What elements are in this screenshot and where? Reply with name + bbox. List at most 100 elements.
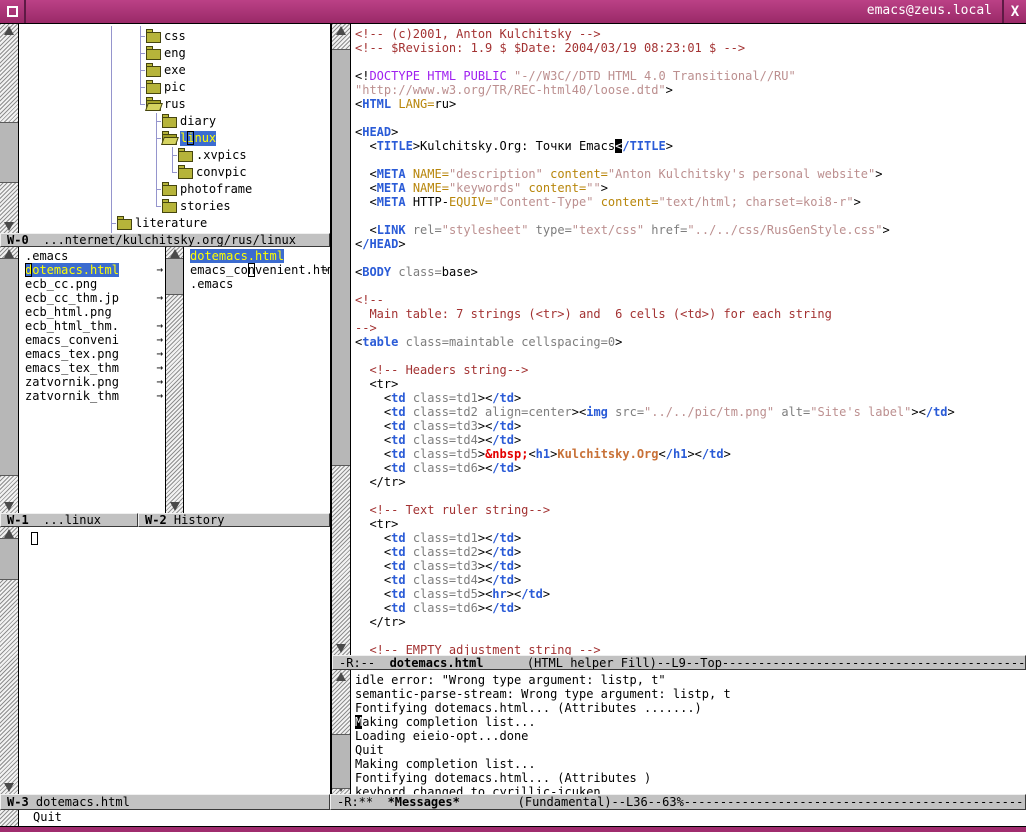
scrollbar-thumb[interactable] <box>166 258 183 295</box>
file-item-emacs_tex_thm[interactable]: emacs_tex_thm→ <box>19 361 165 375</box>
code-line[interactable]: <tr> <box>355 517 1026 531</box>
file-item-ecb_html_thm.[interactable]: ecb_html_thm.→ <box>19 319 165 333</box>
directory-tree[interactable]: cssengexepicrusdiarylinux.xvpicsconvpicp… <box>19 24 330 233</box>
code-buffer[interactable]: <!-- (c)2001, Anton Kulchitsky --><!-- $… <box>351 24 1026 655</box>
code-line[interactable] <box>355 55 1026 69</box>
code-line[interactable]: <!-- EMPTY adjustment string --> <box>355 643 1026 655</box>
code-line[interactable] <box>355 629 1026 643</box>
message-line[interactable]: Making completion list... <box>355 715 1026 729</box>
code-line[interactable]: Main table: 7 strings (<tr>) and 6 cells… <box>355 307 1026 321</box>
tree-item-css[interactable]: css <box>19 28 330 45</box>
message-line[interactable]: Fontifying dotemacs.html... (Attributes … <box>355 701 1026 715</box>
code-line[interactable]: <td class=td4></td> <box>355 433 1026 447</box>
file-item-zatvornik.png[interactable]: zatvornik.png→ <box>19 375 165 389</box>
message-line[interactable]: idle error: "Wrong type argument: listp,… <box>355 673 1026 687</box>
code-line[interactable]: <td class=td6></td> <box>355 461 1026 475</box>
tree-item-stories[interactable]: stories <box>19 198 330 215</box>
message-line[interactable]: Quit <box>355 743 1026 757</box>
code-line[interactable] <box>355 489 1026 503</box>
tree-item-diary[interactable]: diary <box>19 113 330 130</box>
code-line[interactable] <box>355 349 1026 363</box>
code-line[interactable]: <td class=td5>&nbsp;<h1>Kulchitsky.Org</… <box>355 447 1026 461</box>
code-line[interactable] <box>355 153 1026 167</box>
scrollbar-history[interactable] <box>165 247 184 513</box>
code-line[interactable]: <!DOCTYPE HTML PUBLIC "-//W3C//DTD HTML … <box>355 69 1026 83</box>
methods-buffer[interactable] <box>19 527 330 794</box>
scrollbar-code[interactable] <box>332 24 351 655</box>
tree-item-literature[interactable]: literature <box>19 215 330 232</box>
scrollbar-directories[interactable] <box>0 24 19 233</box>
tree-item-photoframe[interactable]: photoframe <box>19 181 330 198</box>
code-line[interactable]: <!-- (c)2001, Anton Kulchitsky --> <box>355 27 1026 41</box>
code-line[interactable]: <td class=td4></td> <box>355 573 1026 587</box>
scrollbar-sources[interactable] <box>0 247 19 513</box>
code-line[interactable]: <BODY class=base> <box>355 265 1026 279</box>
scrollbar-arrow-up-icon[interactable] <box>4 529 14 538</box>
tree-item-.xvpics[interactable]: .xvpics <box>19 147 330 164</box>
code-line[interactable]: <META NAME="description" content="Anton … <box>355 167 1026 181</box>
tree-item-eng[interactable]: eng <box>19 45 330 62</box>
file-item-emacs_convenient.html[interactable]: emacs_convenient.html→ <box>184 263 330 277</box>
scrollbar-thumb[interactable] <box>0 538 18 581</box>
scrollbar-thumb[interactable] <box>332 734 350 789</box>
scrollbar-arrow-dn-icon[interactable] <box>4 783 14 792</box>
tree-item-clipped[interactable] <box>19 232 330 233</box>
code-line[interactable]: <td class=td1></td> <box>355 531 1026 545</box>
code-line[interactable]: "http://www.w3.org/TR/REC-html40/loose.d… <box>355 83 1026 97</box>
code-line[interactable]: <LINK rel="stylesheet" type="text/css" h… <box>355 223 1026 237</box>
file-item-ecb_html.png[interactable]: ecb_html.png <box>19 305 165 319</box>
file-item-dotemacs.html[interactable]: dotemacs.html→ <box>19 263 165 277</box>
code-line[interactable]: <td class=td2 align=center><img src="../… <box>355 405 1026 419</box>
file-item-emacs_conveni[interactable]: emacs_conveni→ <box>19 333 165 347</box>
history-list[interactable]: dotemacs.htmlemacs_convenient.html→.emac… <box>184 247 330 513</box>
code-line[interactable]: <META HTTP-EQUIV="Content-Type" content=… <box>355 195 1026 209</box>
tree-item-convpic[interactable]: convpic <box>19 164 330 181</box>
minibuffer[interactable]: Quit <box>0 810 1026 826</box>
code-line[interactable]: <tr> <box>355 377 1026 391</box>
window-menu-button[interactable] <box>0 0 26 23</box>
scrollbar-messages[interactable] <box>332 670 351 794</box>
code-line[interactable]: <td class=td3></td> <box>355 419 1026 433</box>
scrollbar-thumb[interactable] <box>0 122 18 183</box>
code-line[interactable]: <!-- $Revision: 1.9 $ $Date: 2004/03/19 … <box>355 41 1026 55</box>
scrollbar-methods[interactable] <box>0 527 19 794</box>
window-close-button[interactable]: X <box>1002 0 1026 23</box>
code-line[interactable]: <HTML LANG=ru> <box>355 97 1026 111</box>
tree-item-rus[interactable]: rus <box>19 96 330 113</box>
code-line[interactable]: <td class=td1></td> <box>355 391 1026 405</box>
message-line[interactable]: keybord changed to cyrillic-jcuken <box>355 785 1026 794</box>
file-item-.emacs[interactable]: .emacs <box>184 277 330 291</box>
tree-item-exe[interactable]: exe <box>19 62 330 79</box>
code-line[interactable]: <td class=td6></td> <box>355 601 1026 615</box>
tree-item-linux[interactable]: linux <box>19 130 330 147</box>
scrollbar-arrow-dn-icon[interactable] <box>170 502 180 511</box>
code-line[interactable]: </tr> <box>355 475 1026 489</box>
file-item-.emacs[interactable]: .emacs <box>19 249 165 263</box>
file-item-ecb_cc.png[interactable]: ecb_cc.png <box>19 277 165 291</box>
scrollbar-arrow-up-icon[interactable] <box>4 26 14 35</box>
scrollbar-thumb[interactable] <box>0 258 18 476</box>
tree-item-pic[interactable]: pic <box>19 79 330 96</box>
scrollbar-arrow-up-icon[interactable] <box>336 672 346 681</box>
code-line[interactable]: <!-- <box>355 293 1026 307</box>
code-line[interactable]: <td class=td2></td> <box>355 545 1026 559</box>
code-line[interactable] <box>355 209 1026 223</box>
scrollbar-thumb[interactable] <box>332 49 350 465</box>
code-line[interactable]: --> <box>355 321 1026 335</box>
message-line[interactable]: Fontifying dotemacs.html... (Attributes … <box>355 771 1026 785</box>
scrollbar-arrow-dn-icon[interactable] <box>4 502 14 511</box>
code-line[interactable]: <META NAME="keywords" content=""> <box>355 181 1026 195</box>
scrollbar-arrow-dn-icon[interactable] <box>4 222 14 231</box>
code-line[interactable]: <HEAD> <box>355 125 1026 139</box>
file-item-emacs_tex.png[interactable]: emacs_tex.png→ <box>19 347 165 361</box>
file-item-dotemacs.html[interactable]: dotemacs.html <box>184 249 330 263</box>
message-line[interactable]: semantic-parse-stream: Wrong type argume… <box>355 687 1026 701</box>
message-line[interactable]: Making completion list... <box>355 757 1026 771</box>
code-line[interactable]: <td class=td5><hr></td> <box>355 587 1026 601</box>
file-item-zatvornik_thm[interactable]: zatvornik_thm→ <box>19 389 165 403</box>
code-line[interactable]: <TITLE>Kulchitsky.Org: Точки Emacs</TITL… <box>355 139 1026 153</box>
file-item-ecb_cc_thm.jp[interactable]: ecb_cc_thm.jp→ <box>19 291 165 305</box>
code-line[interactable]: <!-- Headers string--> <box>355 363 1026 377</box>
code-line[interactable] <box>355 279 1026 293</box>
code-line[interactable] <box>355 111 1026 125</box>
